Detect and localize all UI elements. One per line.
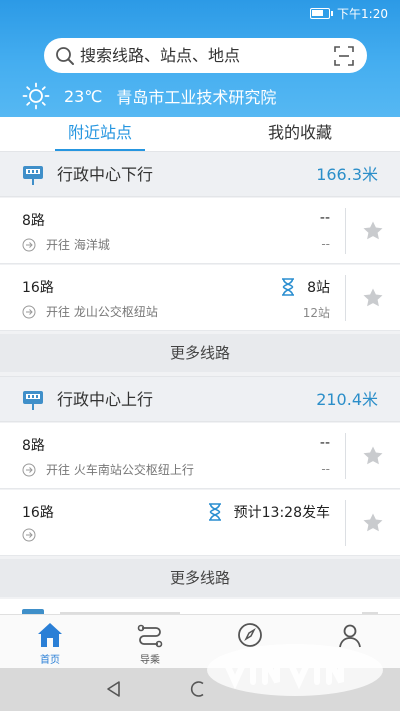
favorite-star-icon[interactable] [362, 512, 384, 534]
direction-arrow-icon [22, 528, 36, 542]
direction-arrow-icon [22, 305, 36, 318]
tab-nearby-stations[interactable]: 附近站点 [55, 117, 145, 151]
weather-row: 23℃ 青岛市工业技术研究院 [22, 82, 276, 110]
more-routes-button[interactable]: 更多线路 [0, 559, 400, 597]
route-direction [22, 528, 46, 542]
bus-stop-icon [23, 166, 43, 185]
scan-icon[interactable] [334, 46, 354, 66]
route-guide-icon [137, 624, 163, 648]
sun-icon [22, 82, 50, 110]
direction-prefix: 开往 [46, 463, 71, 477]
tab-my-favorites[interactable]: 我的收藏 [255, 117, 345, 151]
stops-away: 8站 [307, 280, 330, 296]
route-direction: 开往 龙山公交枢纽站 [22, 303, 158, 320]
search-icon [56, 47, 74, 65]
departure-time: 预计13:28发车 [233, 505, 330, 521]
direction-prefix: 开往 [46, 305, 71, 319]
tab-bar: 附近站点 我的收藏 [0, 117, 400, 151]
battery-icon [310, 8, 333, 19]
watermark-logo [207, 644, 383, 696]
divider [345, 500, 346, 546]
route-row[interactable]: 16路 开往 龙山公交枢纽站 8站 12站 [0, 265, 400, 331]
favorite-star-icon[interactable] [362, 220, 384, 242]
home-icon [38, 623, 62, 647]
route-number: 16路 [22, 280, 54, 296]
hourglass-icon [208, 503, 221, 521]
nav-home[interactable]: 首页 [20, 621, 80, 666]
back-icon[interactable] [105, 680, 123, 698]
station-name: 行政中心下行 [57, 165, 154, 184]
stops-count: -- [321, 237, 330, 251]
direction-prefix: 开往 [46, 238, 71, 252]
station-header[interactable]: 行政中心上行 210.4米 [0, 376, 400, 422]
route-row[interactable]: 8路 开往 火车南站公交枢纽上行 -- -- [0, 423, 400, 489]
nav-label: 首页 [40, 655, 60, 666]
hourglass-icon [282, 278, 295, 296]
route-direction: 开往 海洋城 [22, 236, 110, 253]
station-name: 行政中心上行 [57, 390, 154, 409]
route-destination: 火车南站公交枢纽上行 [73, 463, 194, 477]
route-row[interactable]: 8路 开往 海洋城 -- -- [0, 198, 400, 264]
arrival-status: -- [319, 435, 330, 451]
location-name: 青岛市工业技术研究院 [116, 88, 277, 107]
route-direction: 开往 火车南站公交枢纽上行 [22, 461, 194, 478]
arrival-status: 预计13:28发车 [208, 502, 330, 522]
route-number: 8路 [22, 213, 45, 229]
route-destination: 海洋城 [73, 238, 110, 252]
stops-count: -- [321, 462, 330, 476]
route-destination: 龙山公交枢纽站 [73, 305, 158, 319]
station-distance: 166.3米 [316, 165, 378, 184]
search-bar[interactable] [44, 38, 367, 73]
arrival-status: -- [319, 210, 330, 226]
arrival-status: 8站 [281, 277, 330, 297]
nav-route-guide[interactable]: 导乘 [120, 621, 180, 666]
divider [345, 275, 346, 321]
more-routes-button[interactable]: 更多线路 [0, 334, 400, 372]
status-time: 下午1:20 [337, 7, 388, 21]
route-number: 16路 [22, 505, 54, 521]
direction-arrow-icon [22, 463, 36, 476]
station-distance: 210.4米 [316, 390, 378, 409]
app-screen: 下午1:20 23℃ [0, 0, 400, 711]
header: 下午1:20 23℃ [0, 0, 400, 117]
temperature: 23℃ [64, 86, 103, 106]
battery-fill [312, 10, 323, 16]
divider [345, 208, 346, 254]
route-row[interactable]: 16路 预计13:28发车 [0, 490, 400, 556]
divider [345, 433, 346, 479]
route-number: 8路 [22, 438, 45, 454]
direction-arrow-icon [22, 238, 36, 251]
status-bar: 下午1:20 [0, 0, 400, 28]
favorite-star-icon[interactable] [362, 445, 384, 467]
nav-label: 导乘 [140, 655, 160, 666]
search-input[interactable] [80, 38, 320, 73]
station-header[interactable]: 行政中心下行 166.3米 [0, 151, 400, 197]
favorite-star-icon[interactable] [362, 287, 384, 309]
bus-stop-icon [23, 391, 43, 410]
stops-count: 12站 [302, 306, 330, 320]
